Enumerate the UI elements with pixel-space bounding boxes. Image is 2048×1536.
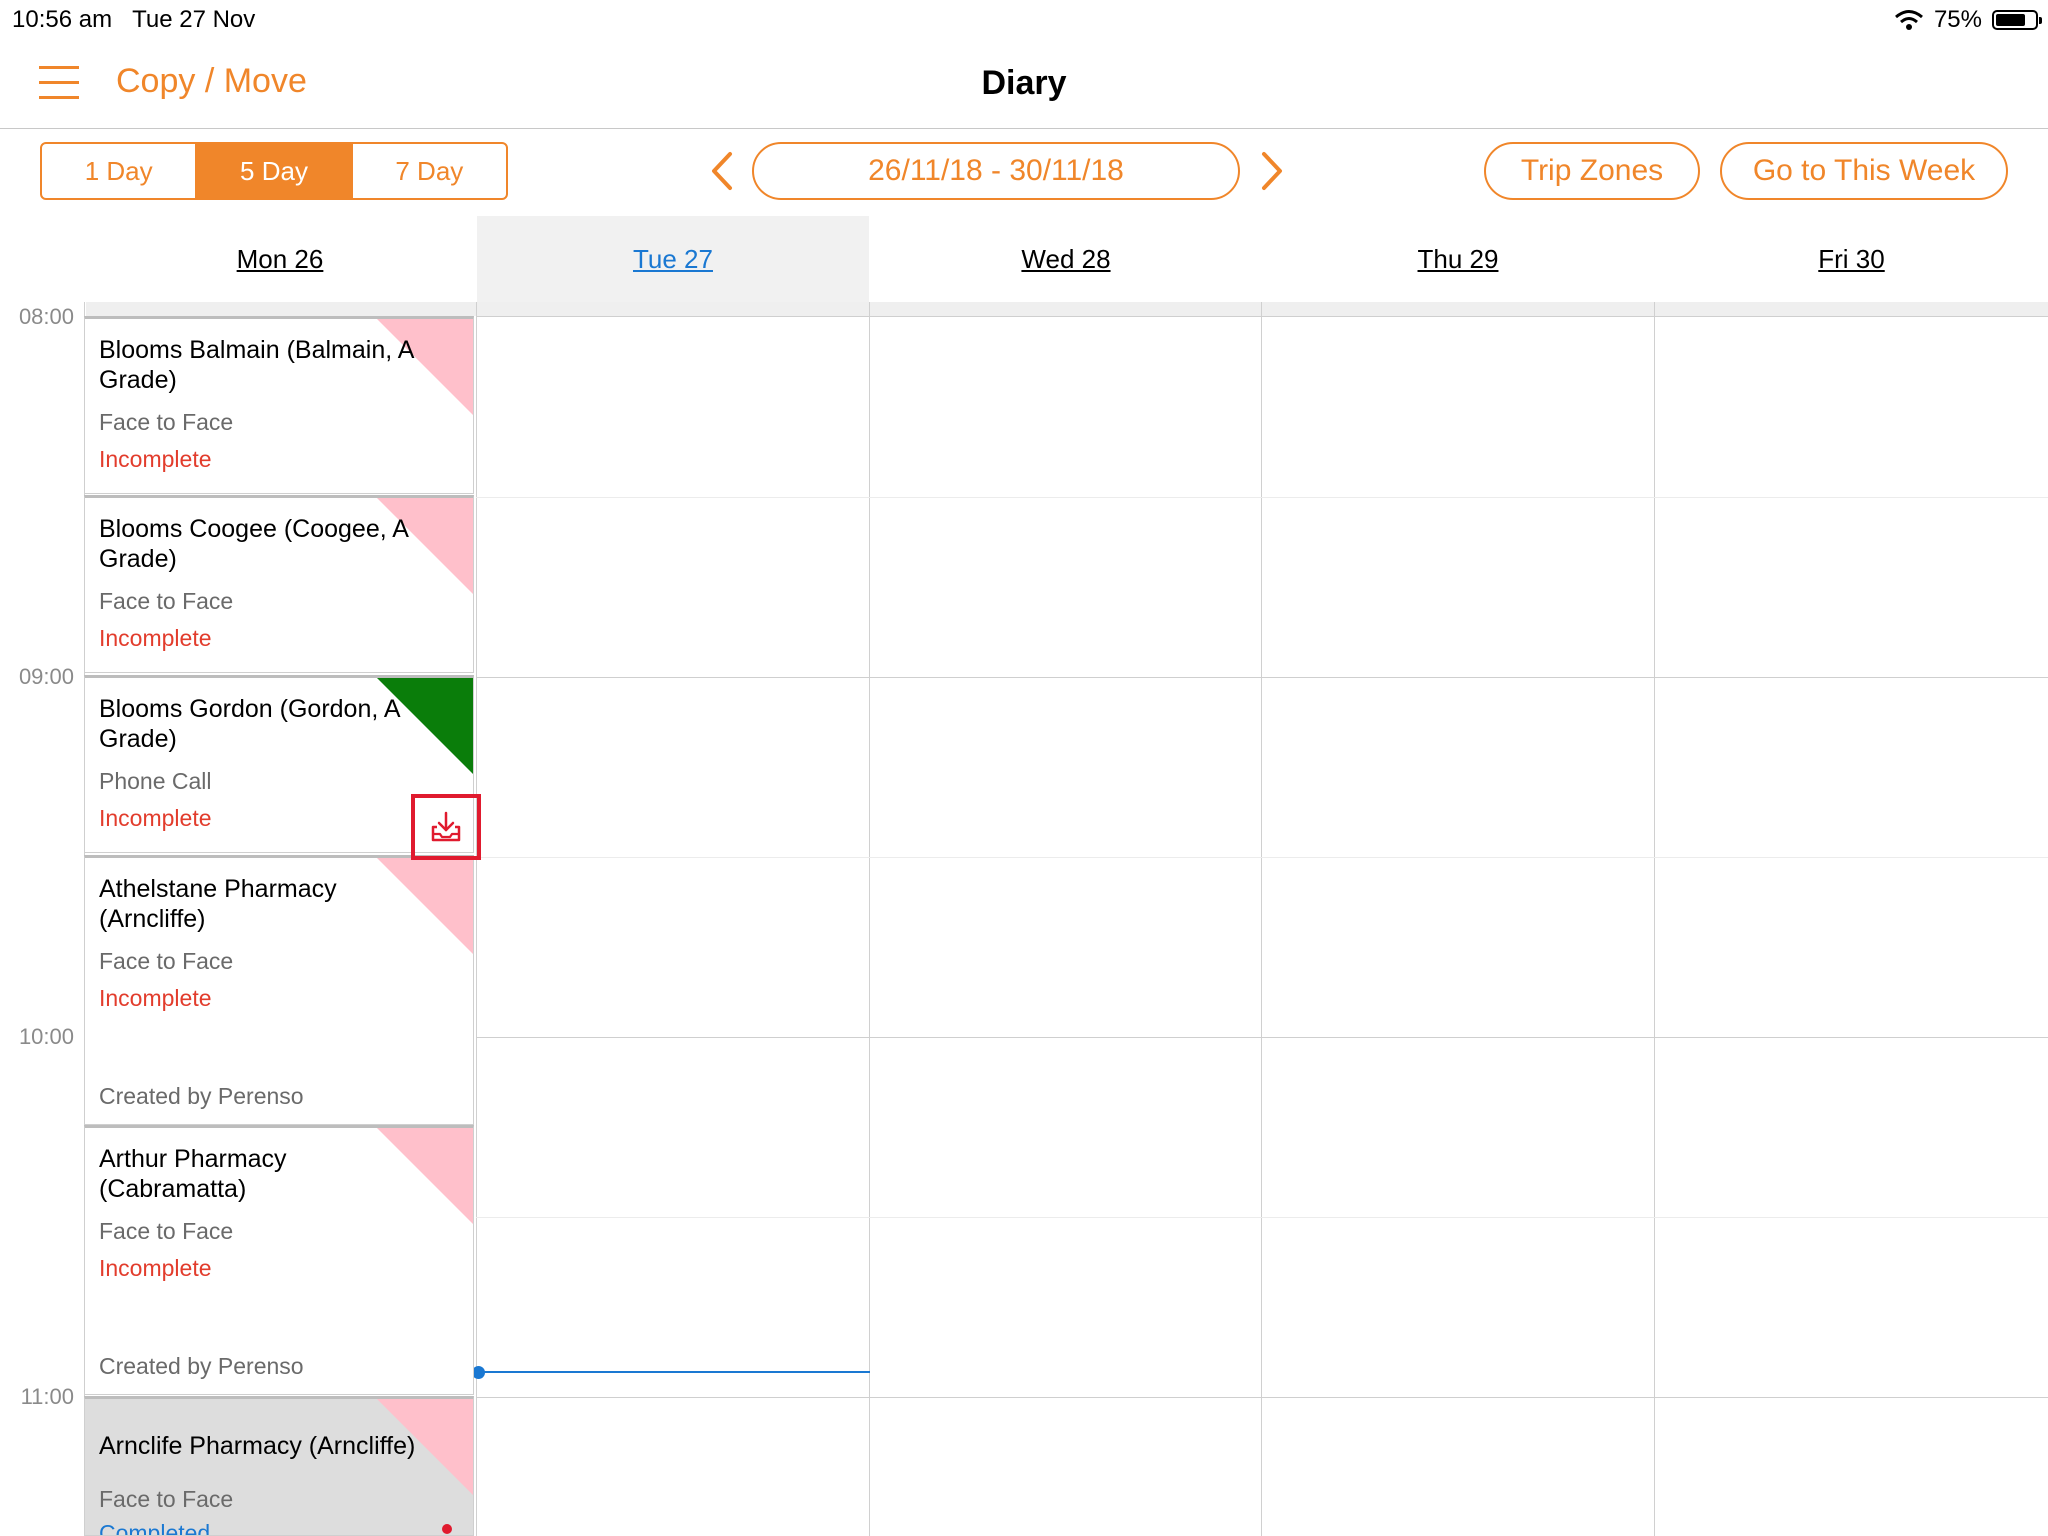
appointment-type: Face to Face (99, 1218, 234, 1244)
day-header-mon[interactable]: Mon 26 (84, 216, 476, 302)
time-label: 08:00 (18, 304, 74, 329)
created-by-label: Created by Perenso (99, 1353, 304, 1379)
day-header-thu[interactable]: Thu 29 (1262, 216, 1654, 302)
appointment-name: Athelstane Pharmacy (Arncliffe) (99, 875, 337, 933)
appointment-status: Incomplete (99, 1255, 212, 1281)
status-right: 75% (1894, 6, 2042, 34)
download-button[interactable] (411, 794, 481, 860)
appointment-status: Completed (99, 1520, 211, 1536)
status-bar: 10:56 am Tue 27 Nov 75% (0, 0, 2048, 40)
day-header-wed[interactable]: Wed 28 (870, 216, 1262, 302)
created-by-label: Created by Perenso (99, 1083, 304, 1109)
appointment-name: Blooms Coogee (Coogee, A Grade) (99, 515, 408, 573)
appointment-type: Face to Face (99, 588, 234, 614)
appointment-type: Face to Face (99, 409, 234, 435)
appointment-status: Incomplete (99, 985, 212, 1011)
go-to-this-week-button[interactable]: Go to This Week (1720, 142, 2008, 200)
day-header-fri[interactable]: Fri 30 (1655, 216, 2048, 302)
appointment-card[interactable]: Blooms Coogee (Coogee, A Grade) Face to … (84, 495, 474, 673)
sync-indicator-dot (442, 1524, 452, 1534)
day-header-tue[interactable]: Tue 27 (477, 216, 869, 302)
appointment-type: Face to Face (99, 948, 234, 974)
download-icon (431, 811, 461, 842)
appointment-name: Arthur Pharmacy (Cabramatta) (99, 1145, 287, 1203)
appointment-status: Incomplete (99, 446, 212, 472)
appointment-card[interactable]: Athelstane Pharmacy (Arncliffe) Face to … (84, 855, 474, 1125)
status-time: 10:56 am Tue 27 Nov (12, 6, 256, 33)
time-label: 11:00 (20, 1384, 74, 1409)
appointment-name: Blooms Balmain (Balmain, A Grade) (99, 336, 414, 394)
appointment-status: Incomplete (99, 805, 212, 831)
chevron-left-icon[interactable] (702, 148, 742, 194)
date-range-button[interactable]: 26/11/18 - 30/11/18 (752, 142, 1240, 200)
battery-icon (1992, 10, 2042, 30)
appointment-name: Arnclife Pharmacy (Arncliffe) (99, 1432, 416, 1460)
battery-percent: 75% (1933, 6, 1982, 33)
view-segmented-control: 1 Day 5 Day 7 Day (40, 142, 508, 200)
appointment-name: Blooms Gordon (Gordon, A Grade) (99, 695, 400, 753)
segment-5-day[interactable]: 5 Day (197, 144, 353, 198)
appointment-type: Face to Face (99, 1486, 234, 1512)
appointment-card[interactable]: Arthur Pharmacy (Cabramatta) Face to Fac… (84, 1125, 474, 1395)
status-date: Tue 27 Nov (132, 6, 256, 33)
page-title: Diary (981, 64, 1067, 102)
chevron-right-icon[interactable] (1252, 148, 1292, 194)
appointment-type: Phone Call (99, 768, 212, 794)
appointment-card[interactable]: Arnclife Pharmacy (Arncliffe) Face to Fa… (84, 1396, 474, 1536)
trip-zones-button[interactable]: Trip Zones (1484, 142, 1700, 200)
segment-7-day[interactable]: 7 Day (353, 144, 506, 198)
nav-bar: Copy / Move Diary (0, 40, 2048, 129)
segment-1-day[interactable]: 1 Day (42, 144, 198, 198)
appointment-status: Incomplete (99, 625, 212, 651)
current-time-line (478, 1371, 870, 1373)
appointment-card[interactable]: Blooms Balmain (Balmain, A Grade) Face t… (84, 316, 474, 494)
time-label: 09:00 (18, 664, 74, 689)
wifi-icon (1894, 10, 1923, 30)
time-label: 10:00 (18, 1024, 74, 1049)
